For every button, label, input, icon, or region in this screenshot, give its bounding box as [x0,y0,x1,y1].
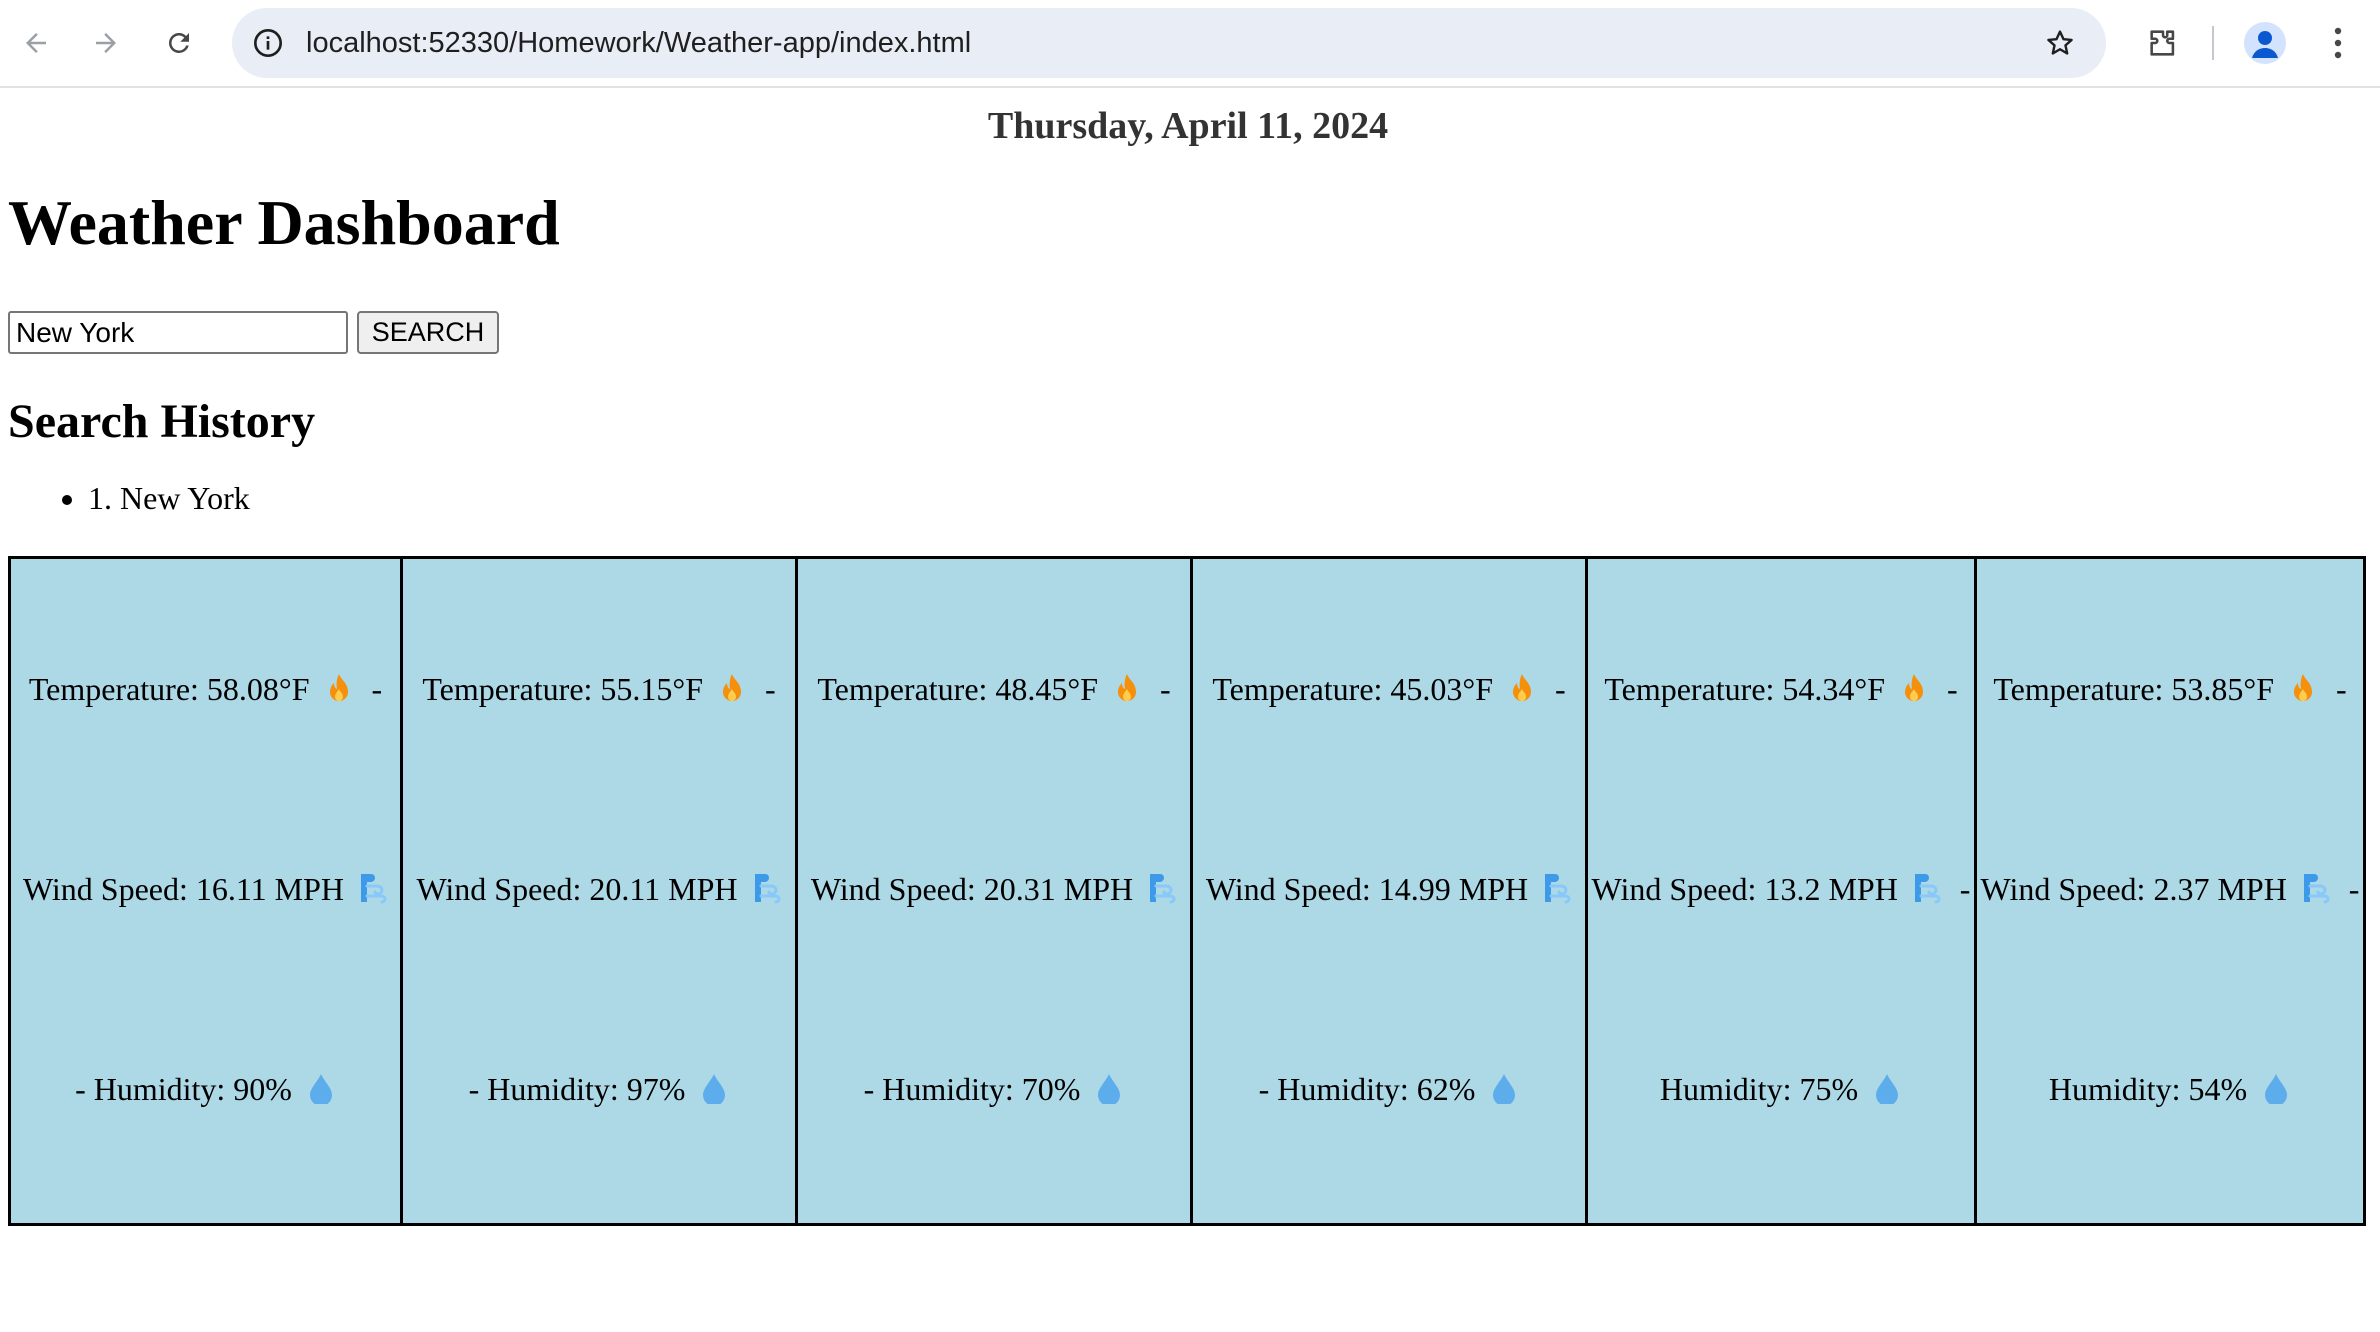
temperature-text: Temperature: 55.15°F [422,671,704,707]
wind-speed-text: Wind Speed: 13.2 MPH [1591,871,1898,907]
humidity-row: - Humidity: 70% [798,1071,1190,1108]
separator-dash: - [371,671,383,707]
search-history-item[interactable]: 1. New York [88,480,250,517]
wind-speed-text: Wind Speed: 2.37 MPH [1980,871,2287,907]
search-history-title: Search History [8,395,316,448]
humidity-row: Humidity: 75% [1588,1071,1974,1108]
temperature-text: Temperature: 45.03°F [1212,671,1494,707]
browser-toolbar: localhost:52330/Homework/Weather-app/ind… [0,0,2380,88]
back-arrow-icon[interactable] [13,20,59,66]
wind-icon [361,874,387,904]
temperature-text: Temperature: 58.08°F [28,671,310,707]
reload-icon[interactable] [156,20,202,66]
humidity-text: - Humidity: 62% [1258,1071,1476,1107]
droplet-icon [1876,1074,1899,1104]
search-history-list: 1. New York [0,480,250,517]
wind-row: Wind Speed: 14.99 MPH [1193,871,1585,908]
fire-icon [1118,674,1137,701]
wind-row: Wind Speed: 16.11 MPH [11,871,400,908]
humidity-text: - Humidity: 97% [468,1071,686,1107]
search-button[interactable]: SEARCH [357,311,499,354]
separator-dash: - [765,671,776,707]
humidity-row: Humidity: 54% [1977,1071,2363,1108]
wind-icon [1914,874,1941,904]
wind-row: Wind Speed: 13.2 MPH - [1588,871,1974,908]
address-bar[interactable]: localhost:52330/Homework/Weather-app/ind… [232,8,2106,78]
wind-icon [1545,874,1571,904]
forecast-card: Temperature: 54.34°F - Wind Speed: 13.2 … [1585,556,1977,1226]
droplet-icon [1493,1074,1516,1104]
humidity-row: - Humidity: 90% [11,1071,400,1108]
forecast-card: Temperature: 48.45°F - Wind Speed: 20.31… [795,556,1193,1226]
temperature-text: Temperature: 53.85°F [1993,671,2275,707]
forecast-card: Temperature: 58.08°F - Wind Speed: 16.11… [8,556,403,1226]
profile-icon[interactable] [2244,22,2286,64]
humidity-text: - Humidity: 70% [863,1071,1081,1107]
fire-icon [1905,674,1924,701]
humidity-row: - Humidity: 97% [403,1071,795,1108]
current-date: Thursday, April 11, 2024 [987,105,1389,147]
menu-icon[interactable] [2318,20,2358,66]
separator-dash: - [1555,671,1566,707]
fire-icon [329,674,348,701]
humidity-text: - Humidity: 90% [75,1071,292,1107]
star-icon[interactable] [2042,25,2078,61]
wind-speed-text: Wind Speed: 14.99 MPH [1205,871,1529,907]
toolbar-divider [2212,26,2214,60]
separator-dash: - [2336,671,2347,707]
wind-icon [2303,874,2330,904]
droplet-icon [703,1074,726,1104]
temperature-row: Temperature: 58.08°F - [11,671,400,708]
wind-row: Wind Speed: 20.31 MPH [798,871,1190,908]
temperature-row: Temperature: 54.34°F - [1588,671,1974,708]
forecast-card: Temperature: 55.15°F - Wind Speed: 20.11… [400,556,798,1226]
separator-dash: - [1959,871,1971,907]
temperature-text: Temperature: 48.45°F [817,671,1099,707]
fire-icon [1513,674,1532,701]
info-icon[interactable] [250,25,286,61]
wind-icon [1150,874,1176,904]
forward-arrow-icon[interactable] [83,20,129,66]
separator-dash: - [1947,671,1958,707]
temperature-row: Temperature: 55.15°F - [403,671,795,708]
temperature-text: Temperature: 54.34°F [1604,671,1886,707]
droplet-icon [2265,1074,2288,1104]
url-text[interactable]: localhost:52330/Homework/Weather-app/ind… [306,8,971,78]
separator-dash: - [2348,871,2360,907]
page-title: Weather Dashboard [8,187,560,258]
wind-speed-text: Wind Speed: 16.11 MPH [22,871,345,907]
humidity-text: Humidity: 54% [2048,1071,2248,1107]
wind-row: Wind Speed: 20.11 MPH [403,871,795,908]
fire-icon [723,674,742,701]
forecast-card: Temperature: 53.85°F - Wind Speed: 2.37 … [1974,556,2366,1226]
wind-row: Wind Speed: 2.37 MPH - [1977,871,2363,908]
droplet-icon [309,1074,332,1104]
extensions-icon[interactable] [2140,20,2186,66]
fire-icon [2294,674,2313,701]
separator-dash: - [1160,671,1171,707]
temperature-row: Temperature: 48.45°F - [798,671,1190,708]
temperature-row: Temperature: 45.03°F - [1193,671,1585,708]
city-search-input[interactable] [8,311,348,354]
humidity-row: - Humidity: 62% [1193,1071,1585,1108]
humidity-text: Humidity: 75% [1659,1071,1859,1107]
wind-speed-text: Wind Speed: 20.31 MPH [810,871,1134,907]
wind-speed-text: Wind Speed: 20.11 MPH [416,871,738,907]
temperature-row: Temperature: 53.85°F - [1977,671,2363,708]
forecast-grid: Temperature: 58.08°F - Wind Speed: 16.11… [8,556,2366,1226]
droplet-icon [1098,1074,1121,1104]
forecast-card: Temperature: 45.03°F - Wind Speed: 14.99… [1190,556,1588,1226]
wind-icon [754,874,781,904]
